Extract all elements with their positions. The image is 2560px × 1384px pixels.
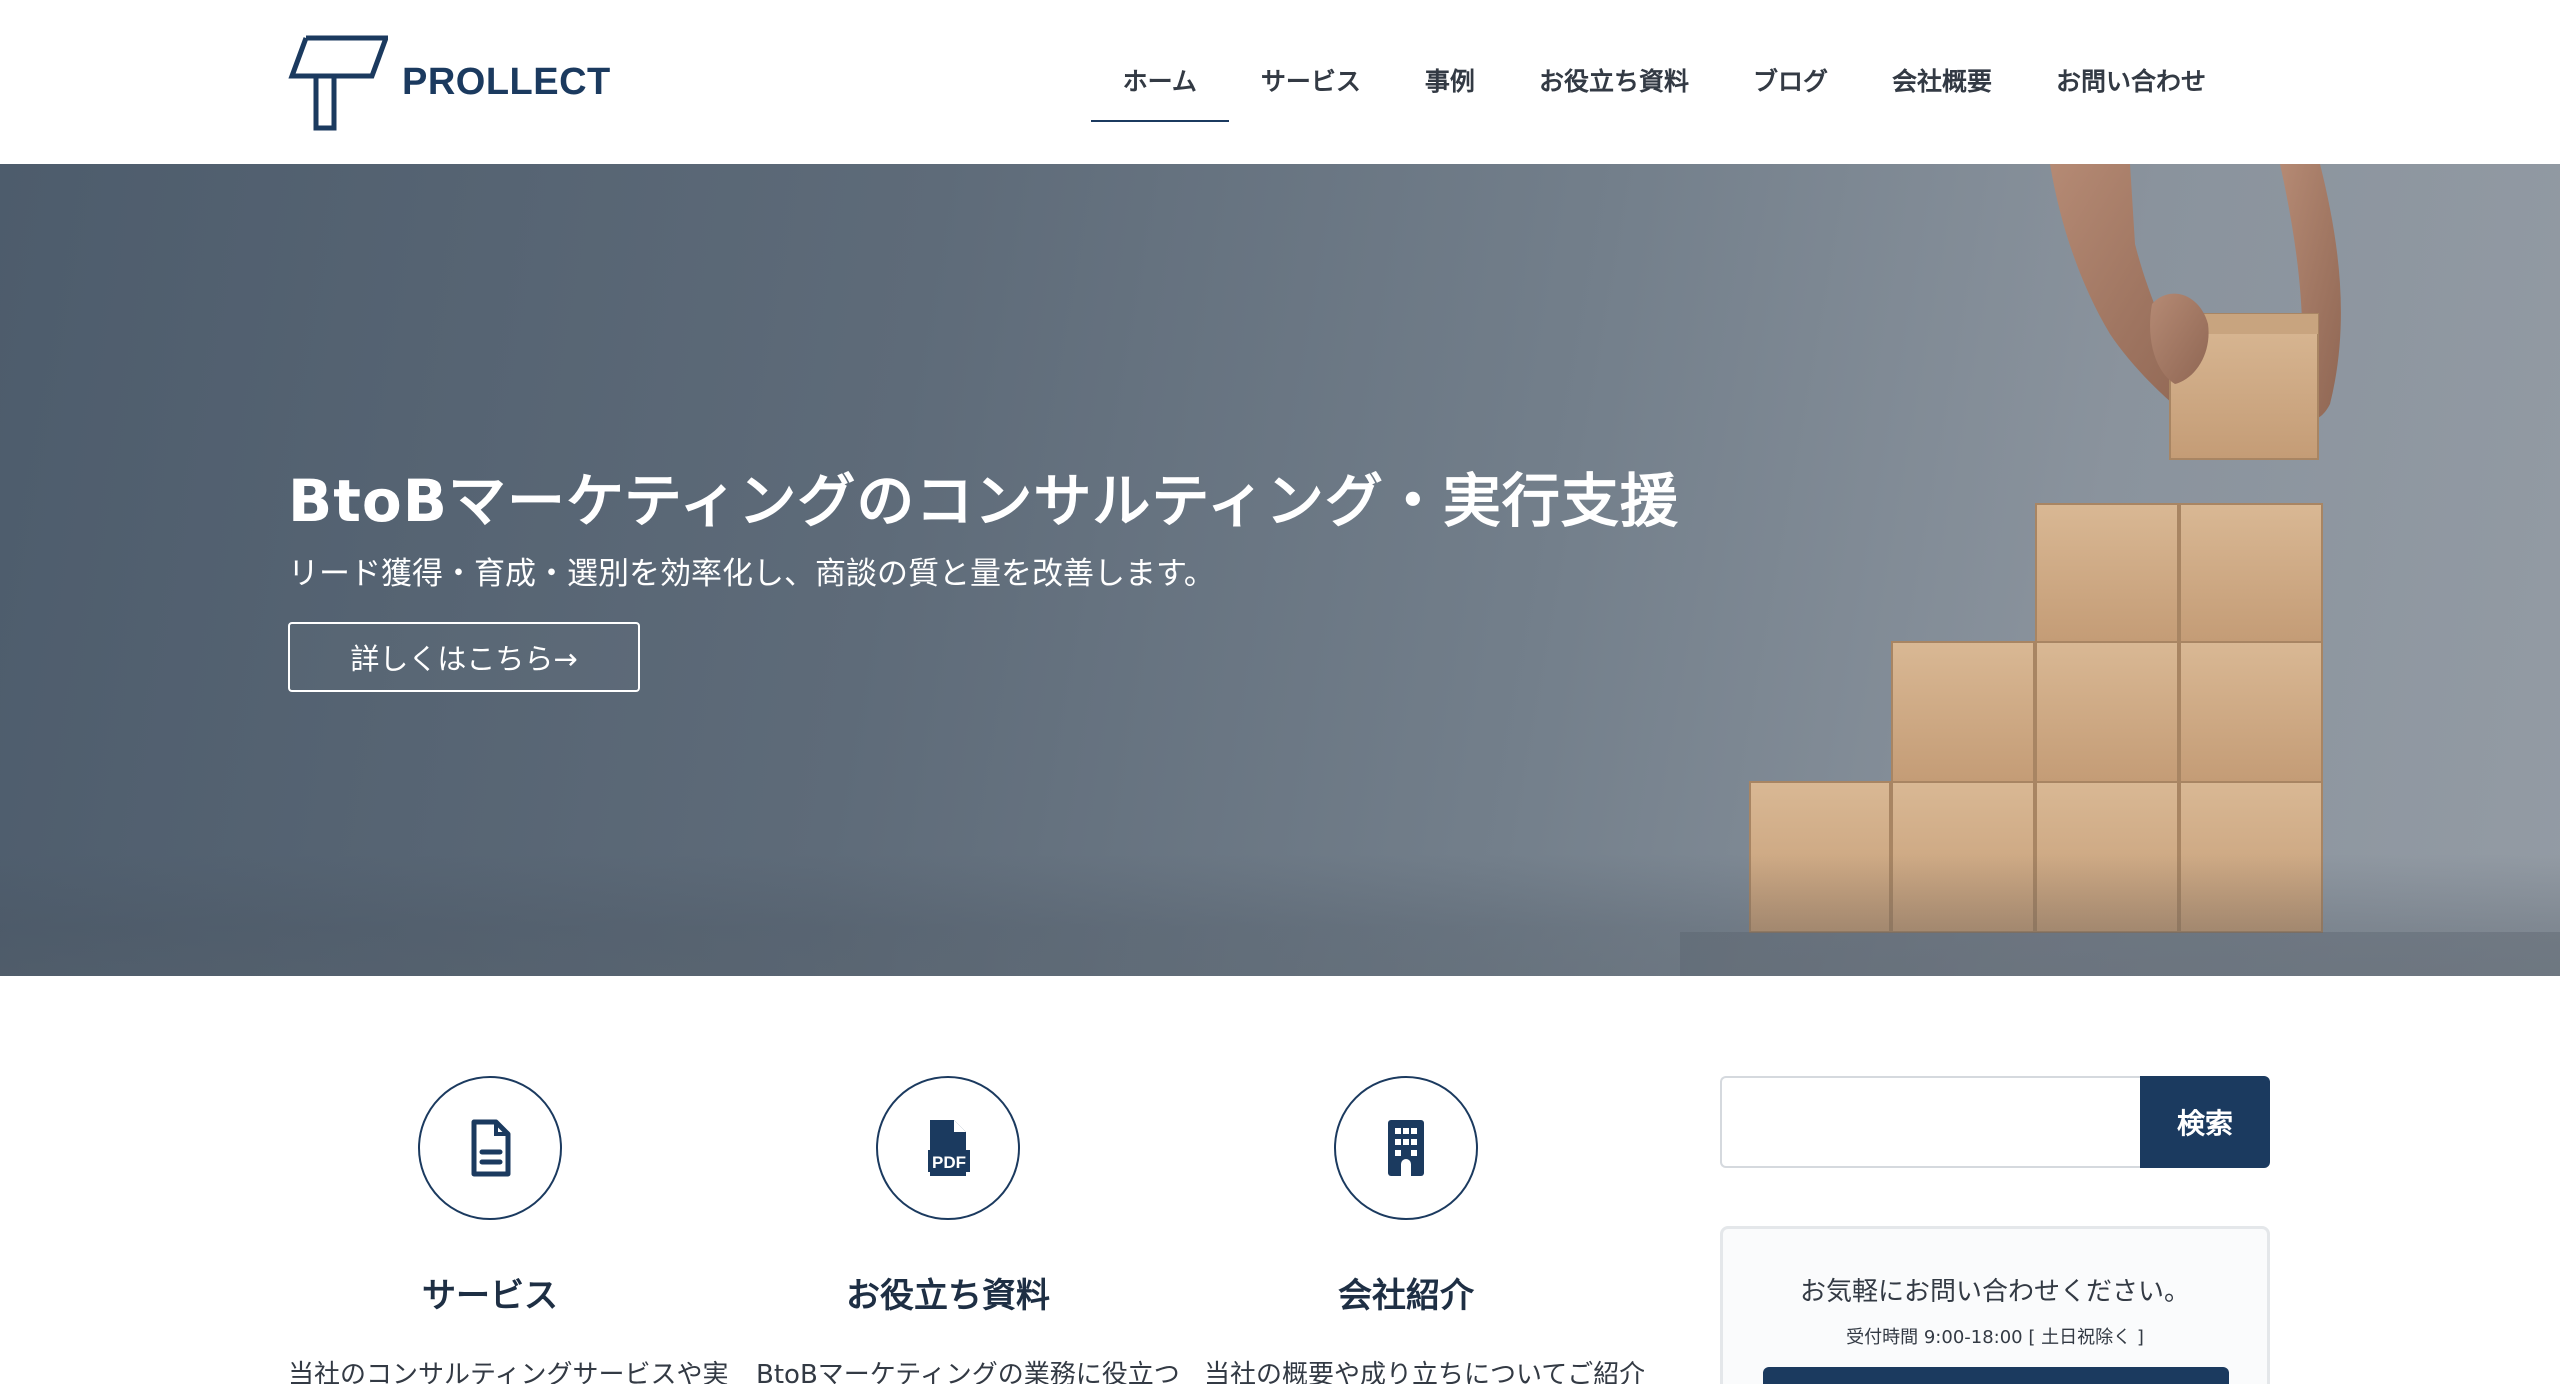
contact-button[interactable] (1763, 1367, 2229, 1384)
site-logo-text: PROLLECT (402, 60, 611, 103)
building-icon (1388, 1120, 1424, 1176)
feature-title: 会社紹介 (1338, 1276, 1474, 1316)
feature-icon-circle[interactable] (1334, 1076, 1478, 1220)
pdf-icon: PDF (928, 1120, 970, 1176)
feature-resources: PDF お役立ち資料 BtoBマーケティングの業務に役立つ (738, 1076, 1180, 1384)
main-nav: ホーム サービス 事例 お役立ち資料 ブログ 会社概要 お問い合わせ (1090, 0, 2238, 164)
site-header: PROLLECT ホーム サービス 事例 お役立ち資料 ブログ 会社概要 お問い… (0, 0, 2560, 164)
feature-icon-circle[interactable] (418, 1076, 562, 1220)
search-input[interactable] (1720, 1076, 2140, 1168)
site-logo[interactable]: PROLLECT (288, 32, 611, 132)
nav-item-company[interactable]: 会社概要 (1860, 0, 2024, 164)
feature-description: 当社のコンサルティングサービスや実 (288, 1360, 728, 1384)
contact-hours: 受付時間 9:00-18:00 [ 土日祝除く ] (1846, 1327, 2144, 1348)
hero-banner: BtoBマーケティングのコンサルティング・実行支援 リード獲得・育成・選別を効率… (0, 164, 2560, 976)
nav-item-contact[interactable]: お問い合わせ (2024, 0, 2238, 164)
feature-description: 当社の概要や成り立ちについてご紹介 (1204, 1360, 1644, 1384)
feature-title: サービス (422, 1276, 558, 1316)
svg-text:PDF: PDF (932, 1153, 966, 1172)
document-icon (471, 1119, 511, 1177)
contact-title: お気軽にお問い合わせください。 (1799, 1277, 2190, 1307)
hero-title: BtoBマーケティングのコンサルティング・実行支援 (288, 467, 1679, 535)
sidebar-search: 検索 (1720, 1076, 2270, 1168)
hero-details-button[interactable]: 詳しくはこちら→ (288, 622, 640, 692)
feature-services: サービス 当社のコンサルティングサービスや実 (280, 1076, 728, 1384)
nav-item-resources[interactable]: お役立ち資料 (1507, 0, 1721, 164)
search-button[interactable]: 検索 (2140, 1076, 2270, 1168)
nav-item-home[interactable]: ホーム (1090, 0, 1230, 164)
prollect-logo-icon (288, 35, 388, 131)
hero-subtitle: リード獲得・育成・選別を効率化し、商談の質と量を改善します。 (288, 556, 1215, 592)
feature-title: お役立ち資料 (846, 1276, 1050, 1316)
nav-item-cases[interactable]: 事例 (1393, 0, 1507, 164)
contact-widget: お気軽にお問い合わせください。 受付時間 9:00-18:00 [ 土日祝除く … (1720, 1226, 2270, 1384)
nav-item-services[interactable]: サービス (1229, 0, 1393, 164)
feature-description: BtoBマーケティングの業務に役立つ (756, 1360, 1180, 1384)
nav-item-blog[interactable]: ブログ (1721, 0, 1860, 164)
feature-company: 会社紹介 当社の概要や成り立ちについてご紹介 (1196, 1076, 1644, 1384)
feature-icon-circle[interactable]: PDF (876, 1076, 1020, 1220)
